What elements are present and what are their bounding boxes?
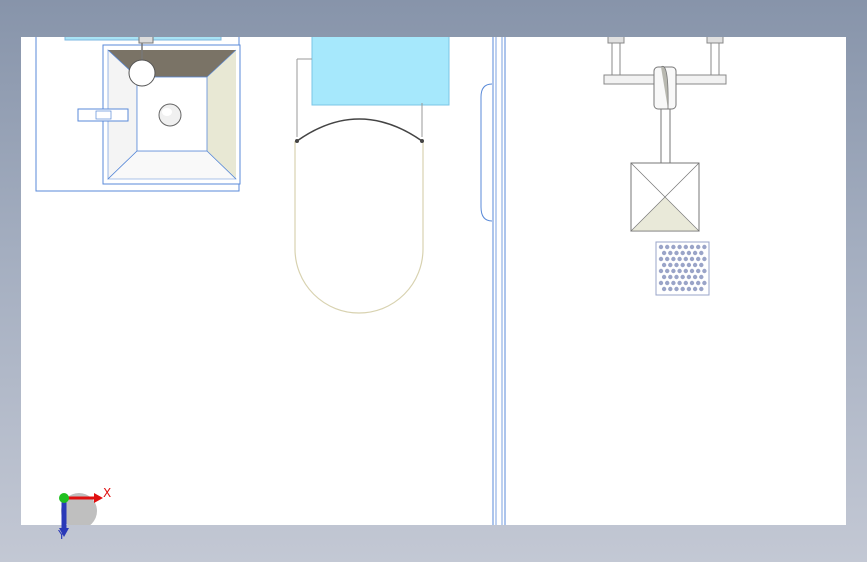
- nozzle-dot: [689, 280, 695, 286]
- nozzle-dot: [661, 274, 667, 280]
- drawing-canvas[interactable]: [21, 37, 846, 525]
- nozzle-dot: [668, 274, 673, 280]
- nozzle-dot: [702, 244, 707, 250]
- nozzle-dot: [674, 262, 679, 268]
- toilet[interactable]: [294, 37, 450, 314]
- nozzle-dot: [689, 244, 695, 250]
- nozzle-dot: [699, 250, 704, 256]
- nozzle-dot: [692, 262, 698, 268]
- y-axis-label: Y: [58, 528, 66, 542]
- toilet-tank: [311, 37, 450, 106]
- nozzle-dot: [658, 268, 664, 274]
- cad-viewport[interactable]: [21, 37, 846, 525]
- nozzle-dot: [661, 250, 667, 256]
- nozzle-dot: [677, 268, 682, 274]
- nozzle-dot: [702, 256, 707, 262]
- nozzle-dot: [689, 268, 695, 274]
- nozzle-dot: [702, 280, 707, 286]
- nozzle-dot: [671, 268, 676, 274]
- vanity-sink[interactable]: [35, 37, 241, 192]
- towel-rail: [480, 83, 493, 222]
- nozzle-dot: [699, 286, 704, 292]
- nozzle-dot: [702, 268, 707, 274]
- nozzle-dot: [665, 256, 670, 262]
- nozzle-dot: [665, 244, 670, 250]
- nozzle-dot: [692, 286, 698, 292]
- nozzle-dot: [680, 274, 685, 280]
- nozzle-dot: [665, 280, 670, 286]
- nozzle-dot: [668, 250, 673, 256]
- nozzle-dot: [686, 274, 692, 280]
- nozzle-dot: [689, 256, 695, 262]
- nozzle-dot: [658, 244, 664, 250]
- nozzle-dot: [683, 280, 688, 286]
- nozzle-dot: [696, 256, 701, 262]
- nozzle-dot: [686, 286, 692, 292]
- toilet-bowl: [294, 141, 424, 314]
- nozzle-dot: [692, 274, 698, 280]
- nozzle-dot: [680, 250, 685, 256]
- nozzle-dot: [668, 286, 673, 292]
- nozzle-dot: [671, 256, 676, 262]
- nozzle-dot: [677, 280, 682, 286]
- nozzle-dot: [683, 244, 688, 250]
- nozzle-dot: [680, 262, 685, 268]
- nozzle-dot: [658, 280, 664, 286]
- origin-marker: [59, 493, 69, 503]
- shower-fixture[interactable]: [603, 37, 727, 296]
- nozzle-dot: [696, 268, 701, 274]
- nozzle-dot: [658, 256, 664, 262]
- nozzle-dot: [671, 280, 676, 286]
- nozzle-dot: [677, 256, 682, 262]
- toilet-seat-hinge: [296, 118, 423, 142]
- nozzle-dot: [683, 256, 688, 262]
- nozzle-dot: [661, 286, 667, 292]
- nozzle-dot: [668, 262, 673, 268]
- x-axis-label: X: [103, 486, 112, 500]
- nozzle-dot: [671, 244, 676, 250]
- nozzle-dot: [661, 262, 667, 268]
- nozzle-dot: [692, 250, 698, 256]
- nozzle-dot: [696, 280, 701, 286]
- nozzle-dot: [674, 274, 679, 280]
- nozzle-dot: [677, 244, 682, 250]
- nozzle-dot: [674, 250, 679, 256]
- nozzle-dot: [674, 286, 679, 292]
- partition-wall: [492, 37, 506, 525]
- nozzle-dot: [699, 262, 704, 268]
- nozzle-dot: [696, 244, 701, 250]
- nozzle-dot: [686, 262, 692, 268]
- nozzle-dot: [665, 268, 670, 274]
- nozzle-dot: [699, 274, 704, 280]
- nozzle-dot: [683, 268, 688, 274]
- nozzle-dot: [680, 286, 685, 292]
- nozzle-dot: [686, 250, 692, 256]
